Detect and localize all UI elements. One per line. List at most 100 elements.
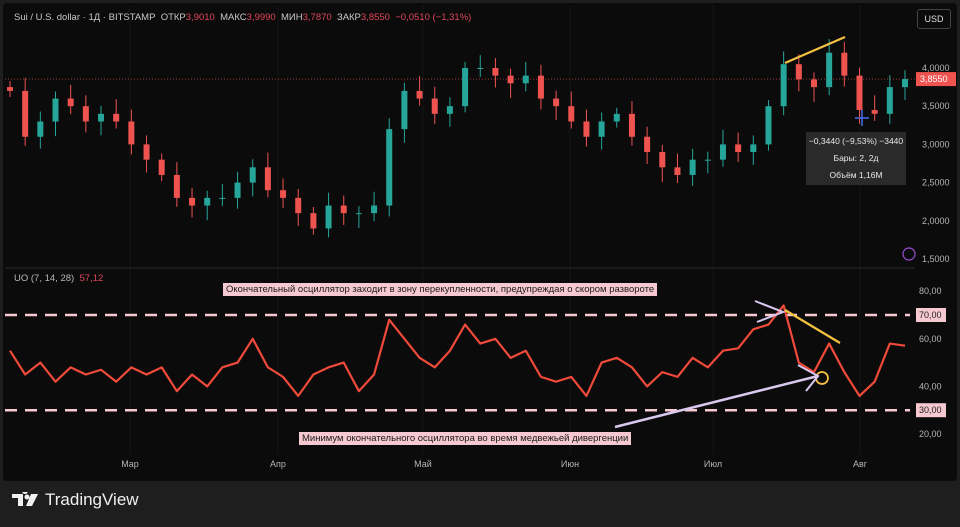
candle-body [158,159,165,175]
candle-body [295,197,302,214]
measure-tooltip: −0,3440 (−9,53%) −3440 Бары: 2, 2д Объём… [806,132,906,185]
annotation-minimum: Минимум окончательного осциллятора во вр… [299,432,632,445]
price-tick: 1,5000 [922,254,950,264]
candle-body [735,144,742,153]
candle-body [98,113,105,122]
level-label: 30,00 [919,405,942,415]
candle-body [82,106,89,122]
candle-body [416,90,423,99]
candle-body [355,213,362,215]
candle-body [462,68,469,107]
candle-body [113,113,120,122]
candle-body [52,98,59,122]
candle-body [446,106,453,114]
candle-body [537,75,544,99]
candle-body [689,159,696,175]
replay-icon [902,247,916,261]
currency-button[interactable]: USD [917,9,951,29]
candle-body [704,159,711,161]
close-label: ЗАКР [336,12,361,23]
open-value: 3,9010 [185,12,215,23]
candle-body [644,136,651,153]
candle-body [628,113,635,137]
candle-body [234,182,241,198]
price-tick: 3,0000 [922,139,950,149]
candle-body [795,64,802,80]
candle-body [386,129,393,206]
price-tick: 2,0000 [922,216,950,226]
candle-body [280,190,287,198]
x-tick: Авг [853,459,868,469]
candle-body [598,121,605,137]
candle-body [477,68,484,69]
x-tick: Июн [561,459,579,469]
candle-body [22,90,29,137]
candle-body [522,75,529,84]
price-tick: 4,0000 [922,63,950,73]
uo-tick: 80,00 [919,286,942,296]
x-tick: Мар [121,459,139,469]
tooltip-change: −0,3440 (−9,53%) −3440 [808,136,904,146]
candle-body [340,205,347,214]
candle-body [507,75,514,84]
candle-body [219,197,226,199]
candle-body [189,197,196,206]
candle-body [37,121,44,137]
uo-line [9,304,906,398]
candle-body [780,64,787,107]
tradingview-logo-icon [12,492,38,506]
chart-canvas[interactable]: 4,0000 3,5000 3,0000 2,5000 2,0000 1,5000 3,85… [0,0,960,527]
tooltip-bars: Бары: 2, 2д [833,153,879,163]
x-tick: Апр [270,459,286,469]
high-label: МАКС [220,12,247,23]
price-tick: 3,5000 [922,101,950,111]
candle-body [128,121,135,145]
candle-body [750,144,757,153]
candle-body [401,90,408,130]
brand-logo[interactable]: TradingView [12,490,139,510]
uo-tick: 40,00 [919,381,942,391]
candle-body [841,52,848,76]
candle-body [173,174,180,198]
candle-body [826,52,833,88]
candle-body [264,167,271,191]
uo-tick: 20,00 [919,429,942,439]
candle-body [765,106,772,145]
close-value: 3,8550 [360,12,390,23]
candle-body [249,167,256,183]
indicator-legend[interactable]: UO (7, 14, 28) 57,12 [14,273,103,284]
high-value: 3,9990 [246,12,276,23]
candle-body [143,144,150,160]
candle-body [871,110,878,114]
open-label: ОТКР [160,12,186,23]
change-value: −0,0510 (−1,31%) [395,12,472,23]
trend-line-price [784,35,846,65]
candle-body [886,87,893,114]
indicator-name: UO (7, 14, 28) [14,273,75,284]
low-value: 3,7870 [302,12,332,23]
highlight-circle [815,371,829,385]
candle-body [674,167,681,175]
candle-body [7,87,13,91]
candle-body [310,213,317,229]
last-price-label: 3,8550 [920,74,948,84]
candle-body [67,98,74,107]
candle-body [325,205,332,229]
symbol-legend: Sui / U.S. dollar · 1Д · BITSTAMP ОТКР3,… [14,12,471,23]
candle-body [902,79,908,88]
tooltip-volume: Объём 1,16M [829,170,883,180]
low-label: МИН [281,12,303,23]
x-tick: Май [414,459,432,469]
uo-tick: 60,00 [919,334,942,344]
candle-body [856,75,863,111]
candle-body [659,152,666,168]
candle-body [371,205,378,214]
candle-body [431,98,438,114]
price-tick: 2,5000 [922,178,950,188]
candle-body [553,98,560,107]
brand-name: TradingView [45,490,139,509]
x-tick: Июл [704,459,722,469]
candle-body [613,113,620,122]
candle-body [492,68,499,76]
level-label: 70,00 [919,310,942,320]
